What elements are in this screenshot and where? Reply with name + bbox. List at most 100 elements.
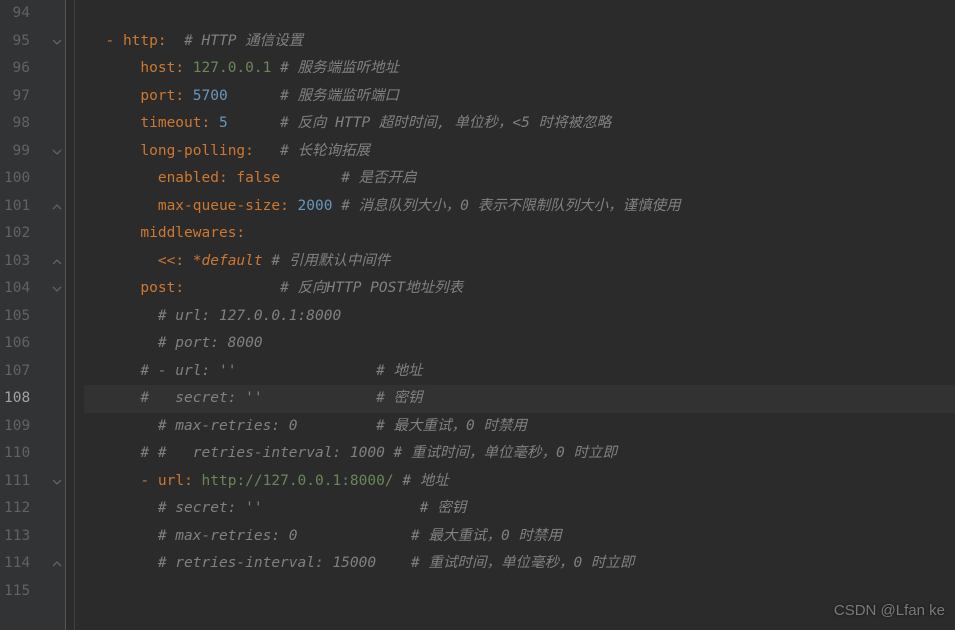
code-line[interactable]: post: # 反向HTTP POST地址列表: [84, 275, 955, 303]
token-plain: [88, 528, 158, 544]
code-line[interactable]: # secret: '' # 密钥: [84, 385, 955, 413]
token-plain: [88, 143, 140, 159]
fold-expand-icon[interactable]: [52, 284, 62, 294]
line-number: 96: [4, 55, 30, 83]
token-plain: [88, 198, 158, 214]
token-punct: :: [158, 33, 167, 49]
code-line[interactable]: # max-retries: 0 # 最大重试，0 时禁用: [84, 523, 955, 551]
token-key: url: [158, 473, 184, 489]
code-line[interactable]: long-polling: # 长轮询拓展: [84, 138, 955, 166]
token-plain: [88, 33, 105, 49]
code-line[interactable]: [84, 578, 955, 606]
line-number: 104: [4, 275, 30, 303]
fold-expand-icon[interactable]: [52, 147, 62, 157]
indent-guide-gutter: [66, 0, 84, 630]
token-comment: # HTTP 通信设置: [184, 33, 303, 49]
token-plain: [88, 473, 140, 489]
token-comment: # max-retries: 0 # 最大重试，0 时禁用: [158, 528, 562, 544]
token-number: 5: [219, 115, 228, 131]
token-plain: [332, 198, 341, 214]
line-number: 100: [4, 165, 30, 193]
token-plain: [88, 60, 140, 76]
line-number: 110: [4, 440, 30, 468]
line-number: 105: [4, 303, 30, 331]
code-line[interactable]: # secret: '' # 密钥: [84, 495, 955, 523]
code-line[interactable]: # max-retries: 0 # 最大重试，0 时禁用: [84, 413, 955, 441]
code-line[interactable]: # # retries-interval: 1000 # 重试时间，单位毫秒，0…: [84, 440, 955, 468]
token-key: <<: [158, 253, 175, 269]
token-plain: [88, 445, 140, 461]
token-punct: :: [219, 170, 228, 186]
token-comment: # 服务端监听地址: [280, 60, 399, 76]
token-punct: :: [175, 88, 184, 104]
line-number: 106: [4, 330, 30, 358]
code-line[interactable]: # url: 127.0.0.1:8000: [84, 303, 955, 331]
token-plain: [184, 60, 193, 76]
code-line[interactable]: max-queue-size: 2000 # 消息队列大小，0 表示不限制队列大…: [84, 193, 955, 221]
line-number: 111: [4, 468, 30, 496]
token-plain: [88, 363, 140, 379]
token-comment: # url: 127.0.0.1:8000: [158, 308, 341, 324]
fold-collapse-icon[interactable]: [52, 202, 62, 212]
token-anchor: *default: [193, 253, 263, 269]
code-editor[interactable]: 9495969798991001011021031041051061071081…: [0, 0, 955, 630]
code-line[interactable]: # retries-interval: 15000 # 重试时间，单位毫秒，0 …: [84, 550, 955, 578]
code-line[interactable]: # - url: '' # 地址: [84, 358, 955, 386]
line-number: 98: [4, 110, 30, 138]
token-plain: [167, 33, 184, 49]
token-comment: # 是否开启: [341, 170, 416, 186]
token-comment: # secret: '' # 密钥: [140, 390, 422, 406]
token-plain: [88, 555, 158, 571]
line-number: 107: [4, 358, 30, 386]
token-comment: # secret: '' # 密钥: [158, 500, 466, 516]
code-line[interactable]: # port: 8000: [84, 330, 955, 358]
token-comment: # 反向HTTP POST地址列表: [280, 280, 463, 296]
code-line[interactable]: <<: *default # 引用默认中间件: [84, 248, 955, 276]
token-key: long-polling: [140, 143, 245, 159]
code-line[interactable]: - http: # HTTP 通信设置: [84, 28, 955, 56]
token-punct: :: [175, 60, 184, 76]
token-comment: # 长轮询拓展: [280, 143, 370, 159]
token-plain: [184, 88, 193, 104]
token-key: max-queue-size: [158, 198, 280, 214]
token-key: middlewares: [140, 225, 236, 241]
fold-gutter[interactable]: [48, 0, 66, 630]
code-line[interactable]: timeout: 5 # 反向 HTTP 超时时间, 单位秒，<5 时将被忽略: [84, 110, 955, 138]
fold-collapse-icon[interactable]: [52, 559, 62, 569]
fold-expand-icon[interactable]: [52, 37, 62, 47]
token-punct: :: [184, 473, 193, 489]
token-plain: [88, 418, 158, 434]
code-line[interactable]: middlewares:: [84, 220, 955, 248]
watermark-text: CSDN @Lfan ke: [834, 597, 945, 625]
token-punct: :: [202, 115, 211, 131]
token-comment: # 引用默认中间件: [271, 253, 390, 269]
token-bool: false: [236, 170, 280, 186]
line-number: 112: [4, 495, 30, 523]
code-line[interactable]: enabled: false # 是否开启: [84, 165, 955, 193]
token-dash: -: [140, 473, 157, 489]
token-plain: [88, 115, 140, 131]
token-dash: -: [105, 33, 122, 49]
token-plain: [88, 170, 158, 186]
fold-expand-icon[interactable]: [52, 477, 62, 487]
token-comment: # - url: '' # 地址: [140, 363, 422, 379]
token-plain: [228, 115, 280, 131]
code-line[interactable]: - url: http://127.0.0.1:8000/ # 地址: [84, 468, 955, 496]
token-plain: [280, 170, 341, 186]
token-plain: [88, 225, 140, 241]
line-number: 95: [4, 28, 30, 56]
line-number: 102: [4, 220, 30, 248]
token-comment: # # retries-interval: 1000 # 重试时间，单位毫秒，0…: [140, 445, 617, 461]
fold-collapse-icon[interactable]: [52, 257, 62, 267]
code-line[interactable]: port: 5700 # 服务端监听端口: [84, 83, 955, 111]
code-line[interactable]: [84, 0, 955, 28]
token-plain: [88, 88, 140, 104]
code-area[interactable]: - http: # HTTP 通信设置 host: 127.0.0.1 # 服务…: [84, 0, 955, 630]
line-number: 97: [4, 83, 30, 111]
code-line[interactable]: host: 127.0.0.1 # 服务端监听地址: [84, 55, 955, 83]
line-number: 113: [4, 523, 30, 551]
token-punct: :: [245, 143, 254, 159]
token-key: port: [140, 88, 175, 104]
token-plain: [88, 335, 158, 351]
token-key: http: [123, 33, 158, 49]
